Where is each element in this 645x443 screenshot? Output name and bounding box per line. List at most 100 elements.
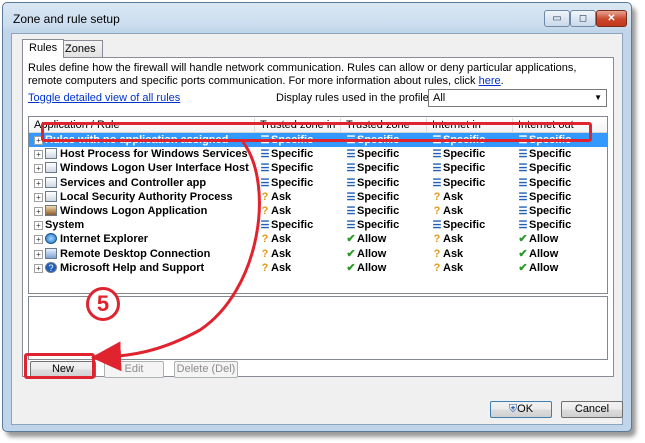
rule-cell-in[interactable]: ? Ask bbox=[431, 261, 464, 275]
list-icon: ☰ bbox=[260, 135, 270, 146]
ok-button[interactable]: ⛨OK bbox=[490, 401, 552, 418]
rule-cell-out[interactable]: ✔Allow bbox=[517, 261, 558, 275]
rule-cell-tz-in[interactable]: ☰ Specific bbox=[259, 161, 314, 175]
column-header-internet-out[interactable]: Internet out bbox=[513, 118, 607, 132]
rule-action-label: Ask bbox=[271, 247, 292, 260]
maximize-button[interactable]: ◻ bbox=[570, 10, 596, 27]
title-bar[interactable]: Zone and rule setup ▭ ◻ ✕ bbox=[3, 3, 631, 33]
rule-action-label: Specific bbox=[529, 162, 572, 175]
expand-icon[interactable]: + bbox=[34, 178, 43, 188]
rule-action-label: Specific bbox=[529, 190, 572, 203]
rule-cell-out[interactable]: ☰ Specific bbox=[517, 133, 572, 147]
table-row[interactable]: + Windows Logon User Interface Host ☰ Speci… bbox=[29, 161, 607, 175]
app-window-icon bbox=[45, 176, 57, 188]
table-row[interactable]: + Windows Logon Application? Ask ☰ Specific?… bbox=[29, 204, 607, 218]
rule-cell-tz-out[interactable]: ☰ Specific bbox=[345, 161, 400, 175]
column-header-trusted-out[interactable]: Trusted zone out bbox=[341, 118, 427, 145]
rule-cell-out[interactable]: ☰ Specific bbox=[517, 161, 572, 175]
edit-button[interactable]: Edit bbox=[104, 361, 164, 378]
minimize-button[interactable]: ▭ bbox=[544, 10, 570, 27]
rule-cell-out[interactable]: ✔Allow bbox=[517, 247, 558, 261]
rule-cell-out[interactable]: ☰ Specific bbox=[517, 176, 572, 190]
rule-action-label: Ask bbox=[271, 205, 292, 217]
rule-name: Windows Logon User Interface Host bbox=[60, 162, 249, 175]
rule-cell-in[interactable]: ? Ask bbox=[431, 204, 464, 218]
rule-cell-tz-out[interactable]: ✔Allow bbox=[345, 247, 386, 261]
rule-action-label: Specific bbox=[357, 205, 400, 217]
table-row[interactable]: +? Microsoft Help and Support? Ask ✔Allow? A… bbox=[29, 261, 607, 275]
table-row[interactable]: + Remote Desktop Connection? Ask ✔Allow? Ask… bbox=[29, 247, 607, 261]
table-row[interactable]: + Services and Controller app ☰ Specific ☰ Sp… bbox=[29, 176, 607, 190]
rule-cell-tz-in[interactable]: ☰ Specific bbox=[259, 147, 314, 161]
table-row[interactable]: + System ☰ Specific ☰ Specific ☰ Specific ☰ Speci… bbox=[29, 218, 607, 232]
list-icon: ☰ bbox=[346, 149, 356, 161]
rule-cell-in[interactable]: ☰ Specific bbox=[431, 176, 486, 190]
expand-icon[interactable]: + bbox=[34, 164, 43, 174]
rule-cell-in[interactable]: ☰ Specific bbox=[431, 218, 486, 232]
question-icon: ? bbox=[433, 233, 441, 246]
expand-icon[interactable]: + bbox=[34, 235, 43, 245]
rule-cell-in[interactable]: ? Ask bbox=[431, 190, 464, 204]
expand-icon[interactable]: + bbox=[34, 207, 43, 216]
rule-cell-tz-out[interactable]: ✔Allow bbox=[345, 232, 386, 246]
rule-cell-in[interactable]: ? Ask bbox=[431, 247, 464, 261]
toggle-detailed-view-link[interactable]: Toggle detailed view of all rules bbox=[28, 92, 180, 104]
expand-icon[interactable]: + bbox=[34, 263, 43, 273]
rule-cell-out[interactable]: ☰ Specific bbox=[517, 190, 572, 204]
table-row[interactable]: + Host Process for Windows Services ☰ Speci… bbox=[29, 147, 607, 161]
rule-cell-tz-in[interactable]: ? Ask bbox=[259, 204, 292, 218]
rule-cell-tz-in[interactable]: ☰ Specific bbox=[259, 176, 314, 190]
check-icon: ✔ bbox=[518, 233, 528, 246]
table-row[interactable]: + Internet Explorer? Ask ✔Allow? Ask ✔Allow bbox=[29, 232, 607, 246]
close-button[interactable]: ✕ bbox=[596, 10, 627, 27]
rule-cell-tz-out[interactable]: ☰ Specific bbox=[345, 204, 400, 218]
tab-rules[interactable]: Rules bbox=[22, 39, 65, 58]
rule-cell-tz-in[interactable]: ? Ask bbox=[259, 232, 292, 246]
rule-cell-tz-out[interactable]: ☰ Specific bbox=[345, 190, 400, 204]
rule-cell-out[interactable]: ☰ Specific bbox=[517, 218, 572, 232]
expand-icon[interactable]: + bbox=[34, 192, 43, 202]
column-header-internet-in[interactable]: Internet in bbox=[427, 118, 513, 132]
rule-cell-tz-out[interactable]: ☰ Specific bbox=[345, 176, 400, 190]
tab-zones[interactable]: Zones bbox=[58, 40, 103, 57]
help-link[interactable]: here bbox=[479, 75, 501, 87]
delete-button[interactable]: Delete (Del) bbox=[174, 361, 238, 378]
table-row[interactable]: + Local Security Authority Process? Ask ☰ Sp… bbox=[29, 190, 607, 204]
rule-cell-tz-in[interactable]: ☰ Specific bbox=[259, 218, 314, 232]
help-icon: ? bbox=[45, 261, 57, 273]
rule-cell-tz-in[interactable]: ? Ask bbox=[259, 190, 292, 204]
expand-icon[interactable]: + bbox=[34, 136, 43, 145]
rule-cell-out[interactable]: ☰ Specific bbox=[517, 147, 572, 161]
rule-cell-tz-in[interactable]: ? Ask bbox=[259, 247, 292, 261]
rule-cell-tz-out[interactable]: ✔Allow bbox=[345, 261, 386, 275]
check-icon: ✔ bbox=[518, 247, 528, 260]
rule-cell-tz-out[interactable]: ☰ Specific bbox=[345, 218, 400, 232]
rule-cell-tz-in[interactable]: ☰ Specific bbox=[259, 133, 314, 147]
rule-cell-out[interactable]: ☰ Specific bbox=[517, 204, 572, 218]
profile-select[interactable]: All ▼ bbox=[428, 89, 607, 107]
column-header-trusted-in[interactable]: Trusted zone in bbox=[255, 118, 341, 132]
rule-action-label: Ask bbox=[271, 261, 292, 274]
rule-cell-in[interactable]: ☰ Specific bbox=[431, 133, 486, 147]
rule-cell-tz-out[interactable]: ☰ Specific bbox=[345, 147, 400, 161]
check-icon: ✔ bbox=[346, 261, 356, 274]
rule-cell-in[interactable]: ? Ask bbox=[431, 232, 464, 246]
chevron-down-icon: ▼ bbox=[594, 93, 602, 102]
expand-icon[interactable]: + bbox=[34, 150, 43, 160]
expand-icon[interactable]: + bbox=[34, 221, 43, 231]
rule-name: Services and Controller app bbox=[60, 176, 207, 189]
column-header-application[interactable]: Application / Rule bbox=[29, 118, 255, 132]
list-icon: ☰ bbox=[518, 191, 528, 203]
table-row[interactable]: + Rules with no application assigned ☰ Spec… bbox=[29, 133, 607, 147]
expand-icon[interactable]: + bbox=[34, 249, 43, 259]
cancel-button[interactable]: Cancel bbox=[561, 401, 623, 418]
new-button[interactable]: New bbox=[30, 361, 96, 378]
rule-cell-in[interactable]: ☰ Specific bbox=[431, 147, 486, 161]
rules-table[interactable]: Application / Rule Trusted zone in Trust… bbox=[28, 116, 608, 294]
rule-cell-in[interactable]: ☰ Specific bbox=[431, 161, 486, 175]
rule-cell-out[interactable]: ✔Allow bbox=[517, 232, 558, 246]
rule-cell-tz-out[interactable]: ☰ Specific bbox=[345, 133, 400, 147]
rule-action-label: Ask bbox=[271, 233, 292, 246]
rule-cell-tz-in[interactable]: ? Ask bbox=[259, 261, 292, 275]
ok-button-label: OK bbox=[517, 403, 534, 415]
